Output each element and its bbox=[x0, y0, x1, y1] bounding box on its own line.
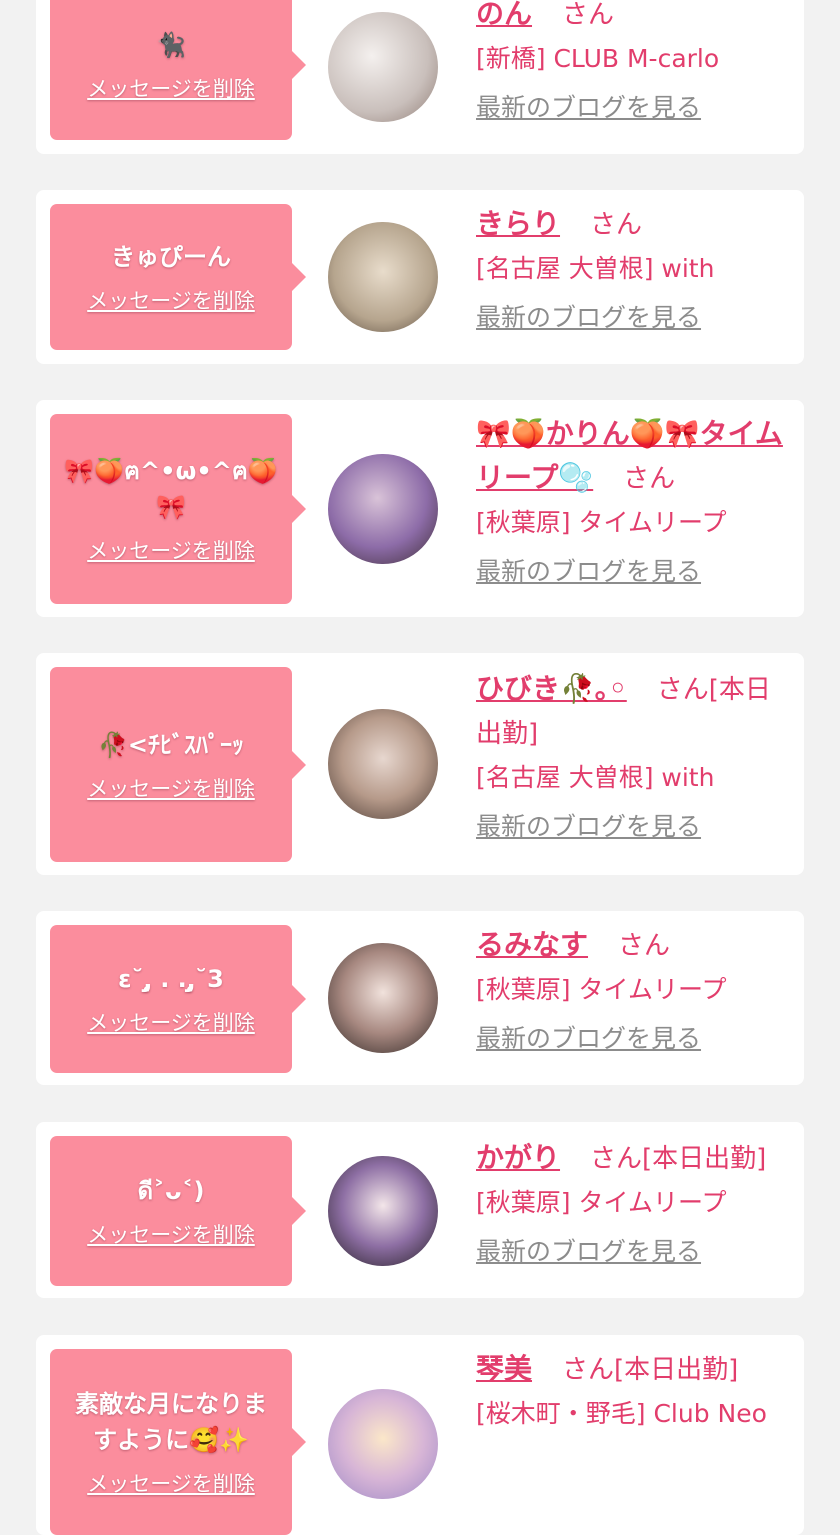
avatar[interactable] bbox=[328, 12, 438, 122]
message-text: 🥀<ﾁﾋﾞｽﾊﾟｰｯ bbox=[98, 730, 244, 759]
message-bubble: ดี˃ᴗ˂) メッセージを削除 bbox=[50, 1136, 292, 1286]
honorific: さん bbox=[589, 210, 642, 240]
delete-message-link[interactable]: メッセージを削除 bbox=[87, 285, 255, 315]
honorific: さん bbox=[561, 1355, 614, 1385]
honorific: さん bbox=[623, 464, 676, 494]
avatar[interactable] bbox=[328, 943, 438, 1053]
cast-name-link[interactable]: きらり bbox=[476, 207, 560, 240]
avatar[interactable] bbox=[328, 222, 438, 332]
message-card: ดี˃ᴗ˂) メッセージを削除 かがり さん[本日出勤] [秋葉原] タイムリー… bbox=[36, 1122, 804, 1298]
shop-name: [秋葉原] タイムリープ bbox=[476, 1188, 727, 1217]
honorific: さん bbox=[589, 1144, 642, 1174]
message-bubble: 🐈‍⬛ メッセージを削除 bbox=[50, 0, 292, 140]
message-card: きゅぴーん メッセージを削除 きらり さん [名古屋 大曽根] with 最新の… bbox=[36, 190, 804, 364]
shop-name: [秋葉原] タイムリープ bbox=[476, 508, 727, 537]
cast-info: のん さん [新橋] CLUB M-carlo 最新のブログを見る bbox=[476, 0, 786, 129]
cast-info: るみなす さん [秋葉原] タイムリープ 最新のブログを見る bbox=[476, 923, 786, 1060]
delete-message-link[interactable]: メッセージを削除 bbox=[87, 73, 255, 103]
cast-info: きらり さん [名古屋 大曽根] with 最新のブログを見る bbox=[476, 202, 786, 339]
avatar[interactable] bbox=[328, 1156, 438, 1266]
shop-name: [名古屋 大曽根] with bbox=[476, 763, 715, 792]
shop-name: [桜木町・野毛] Club Neo bbox=[476, 1399, 767, 1428]
delete-message-link[interactable]: メッセージを削除 bbox=[87, 1007, 255, 1037]
cast-name-link[interactable]: のん bbox=[476, 0, 532, 30]
blog-link[interactable]: 最新のブログを見る bbox=[476, 1017, 786, 1060]
cast-info: 🎀🍑かりん🍑🎀タイムリープ🫧 さん [秋葉原] タイムリープ 最新のブログを見る bbox=[476, 412, 786, 593]
blog-link[interactable]: 最新のブログを見る bbox=[476, 805, 786, 848]
cast-info: かがり さん[本日出勤] [秋葉原] タイムリープ 最新のブログを見る bbox=[476, 1136, 786, 1273]
shop-name: [名古屋 大曽根] with bbox=[476, 254, 715, 283]
message-text: ดี˃ᴗ˂) bbox=[137, 1177, 205, 1205]
avatar[interactable] bbox=[328, 454, 438, 564]
cast-info: ひびき🥀｡◦ さん[本日出勤] [名古屋 大曽根] with 最新のブログを見る bbox=[476, 667, 786, 848]
message-bubble: ε˘ ̨̡ . . ̨̡˘3 メッセージを削除 bbox=[50, 925, 292, 1073]
honorific: さん bbox=[561, 0, 614, 30]
delete-message-link[interactable]: メッセージを削除 bbox=[87, 1468, 255, 1498]
message-bubble: 🥀<ﾁﾋﾞｽﾊﾟｰｯ メッセージを削除 bbox=[50, 667, 292, 862]
message-text: ε˘ ̨̡ . . ̨̡˘3 bbox=[118, 965, 224, 993]
shop-name: [新橋] CLUB M-carlo bbox=[476, 44, 720, 73]
message-bubble: きゅぴーん メッセージを削除 bbox=[50, 204, 292, 350]
message-card: ε˘ ̨̡ . . ̨̡˘3 メッセージを削除 るみなす さん [秋葉原] タイ… bbox=[36, 911, 804, 1085]
avatar[interactable] bbox=[328, 1389, 438, 1499]
cast-name-link[interactable]: かがり bbox=[476, 1141, 560, 1174]
blog-link[interactable]: 最新のブログを見る bbox=[476, 86, 786, 129]
delete-message-link[interactable]: メッセージを削除 bbox=[87, 535, 255, 565]
shop-name: [秋葉原] タイムリープ bbox=[476, 975, 727, 1004]
message-bubble: 🎀🍑ฅ^•ω•^ฅ🍑 🎀 メッセージを削除 bbox=[50, 414, 292, 604]
blog-link[interactable]: 最新のブログを見る bbox=[476, 1230, 786, 1273]
cast-name-link[interactable]: ひびき🥀｡◦ bbox=[476, 672, 627, 705]
cast-info: 琴美 さん[本日出勤] [桜木町・野毛] Club Neo bbox=[476, 1347, 786, 1435]
cast-name-link[interactable]: 琴美 bbox=[476, 1352, 532, 1385]
blog-link[interactable]: 最新のブログを見る bbox=[476, 550, 786, 593]
message-card: 🎀🍑ฅ^•ω•^ฅ🍑 🎀 メッセージを削除 🎀🍑かりん🍑🎀タイムリープ🫧 さん … bbox=[36, 400, 804, 617]
delete-message-link[interactable]: メッセージを削除 bbox=[87, 773, 255, 803]
message-card: 素敵な月になりま すように🥰✨ メッセージを削除 琴美 さん[本日出勤] [桜木… bbox=[36, 1335, 804, 1535]
honorific: さん bbox=[617, 931, 670, 961]
honorific: さん bbox=[656, 675, 709, 705]
work-status: [本日出勤] bbox=[641, 1144, 767, 1174]
message-text: 🐈‍⬛ bbox=[156, 31, 186, 59]
message-text: 🎀🍑ฅ^•ω•^ฅ🍑 🎀 bbox=[64, 457, 278, 521]
avatar[interactable] bbox=[328, 709, 438, 819]
message-bubble: 素敵な月になりま すように🥰✨ メッセージを削除 bbox=[50, 1349, 292, 1535]
cast-name-link[interactable]: るみなす bbox=[476, 928, 588, 961]
work-status: [本日出勤] bbox=[613, 1355, 739, 1385]
message-card: 🐈‍⬛ メッセージを削除 のん さん [新橋] CLUB M-carlo 最新の… bbox=[36, 0, 804, 154]
delete-message-link[interactable]: メッセージを削除 bbox=[87, 1219, 255, 1249]
message-text: 素敵な月になりま すように🥰✨ bbox=[75, 1390, 267, 1454]
message-card: 🥀<ﾁﾋﾞｽﾊﾟｰｯ メッセージを削除 ひびき🥀｡◦ さん[本日出勤] [名古屋… bbox=[36, 653, 804, 875]
blog-link[interactable]: 最新のブログを見る bbox=[476, 296, 786, 339]
message-text: きゅぴーん bbox=[111, 243, 231, 271]
